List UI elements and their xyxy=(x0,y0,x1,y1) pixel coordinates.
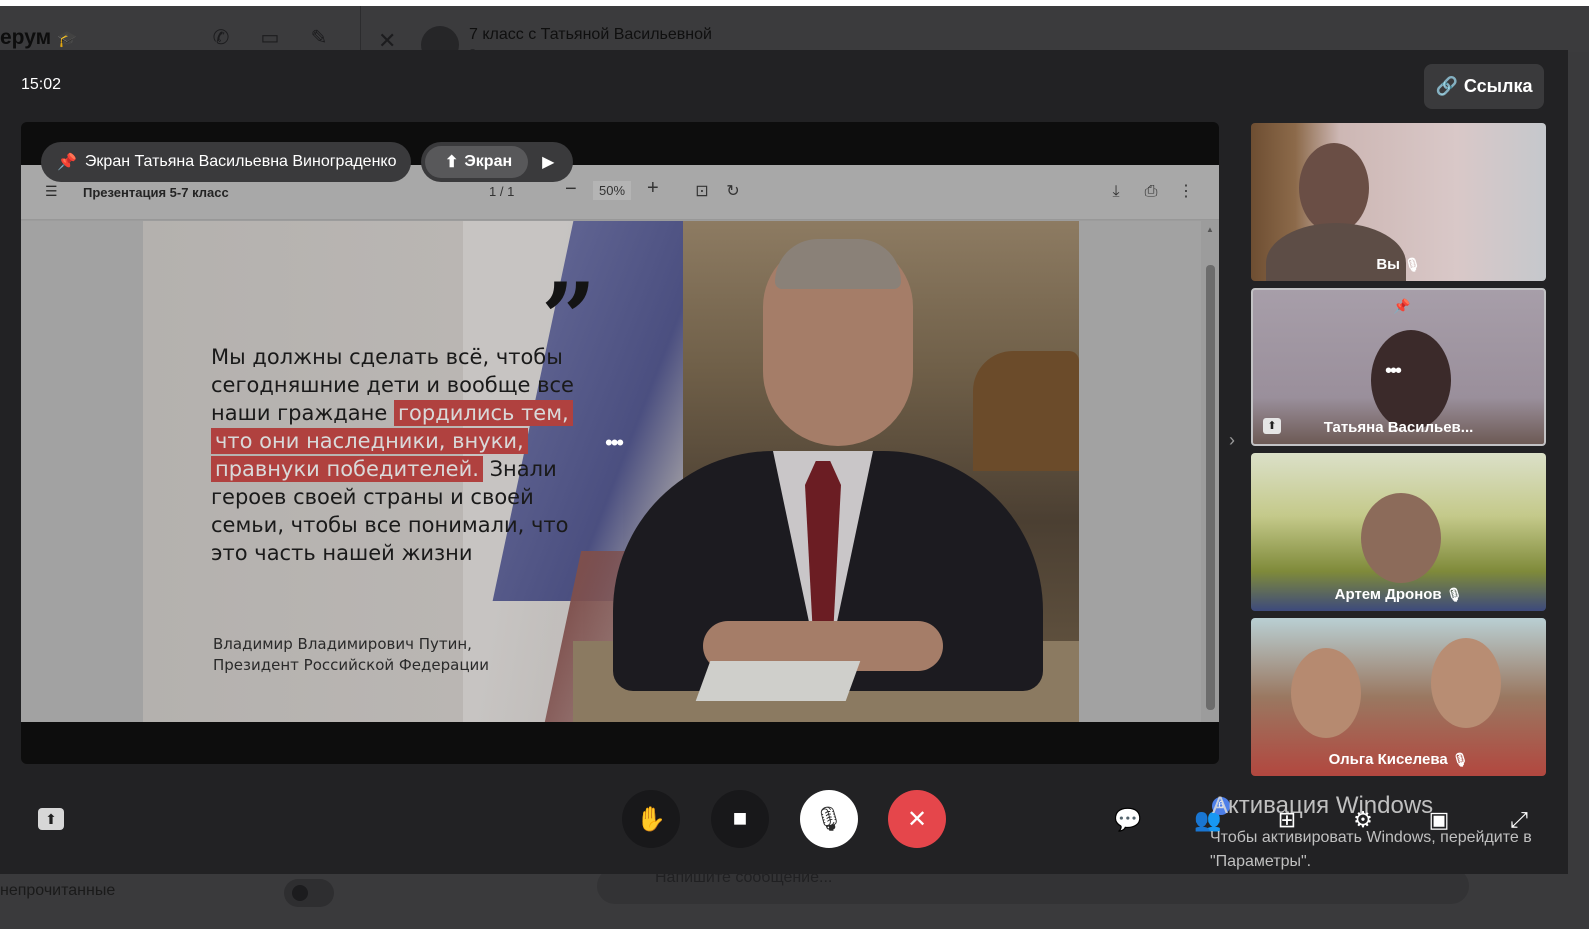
stage-more-icon[interactable]: ••• xyxy=(605,430,624,456)
zoom-out-icon[interactable]: − xyxy=(565,178,577,201)
participant-name: Татьяна Васильев... xyxy=(1253,419,1544,436)
chat-title: 7 класс с Татьяной Васильевной xyxy=(469,26,712,43)
share-screen-icon: ⬆ xyxy=(445,154,459,171)
menu-icon[interactable]: ☰ xyxy=(45,183,58,200)
camera-button[interactable]: ■ xyxy=(711,790,769,848)
participant-video xyxy=(1291,648,1361,738)
quote-author: Владимир Владимирович Путин, Президент Р… xyxy=(213,634,489,676)
participant-video-2 xyxy=(1431,638,1501,728)
chat-button[interactable]: 💬 xyxy=(1112,804,1144,836)
windows-activation-message: Чтобы активировать Windows, перейдите в … xyxy=(1210,829,1532,870)
share-screen-button[interactable]: ⬆ xyxy=(38,808,64,830)
participant-tile[interactable]: Вы 🎙 xyxy=(1251,123,1546,281)
participant-tile[interactable]: Артем Дронов 🎙 xyxy=(1251,453,1546,611)
participant-name: Артем Дронов 🎙 xyxy=(1251,586,1546,603)
graduation-cap-icon: 🎓 xyxy=(57,31,77,48)
unread-filter-label: непрочитанные xyxy=(0,882,116,899)
camera-icon: ■ xyxy=(732,805,748,832)
video-call-window: 15:02 🔗 Ссылка ☰ Презентация 5-7 класс 1… xyxy=(0,50,1568,874)
link-icon: 🔗 xyxy=(1435,76,1458,96)
source-switcher: ⬆ Экран ▶ xyxy=(421,142,573,182)
pdf-page-indicator: 1 / 1 xyxy=(489,184,515,199)
pin-icon[interactable]: 📌 xyxy=(1393,298,1410,315)
participant-tile-pinned[interactable]: 📌 ••• ⬆ Татьяна Васильев... xyxy=(1251,288,1546,446)
download-icon[interactable]: ⤓ xyxy=(1106,182,1126,202)
participant-name-text: Артем Дронов xyxy=(1334,586,1442,603)
camera-source-icon[interactable]: ▶ xyxy=(542,152,554,172)
participant-name-text: Татьяна Васильев... xyxy=(1323,419,1474,436)
mic-off-icon: 🎙 xyxy=(813,805,845,833)
add-call-icon[interactable]: ✆ xyxy=(208,26,234,50)
screen-source-label: Экран xyxy=(464,153,513,170)
chat-icon: 💬 xyxy=(1114,807,1142,832)
slide-image: ” Мы должны сделать всё, чтобы сегодняшн… xyxy=(143,221,1079,722)
mic-off-icon: 🎙 xyxy=(1451,752,1469,767)
participant-video xyxy=(1371,330,1451,430)
author-title: Президент Российской Федерации xyxy=(213,656,490,674)
unread-toggle[interactable] xyxy=(284,879,334,907)
more-icon[interactable]: ••• xyxy=(1385,360,1402,383)
microphone-button[interactable]: 🎙 xyxy=(800,790,858,848)
copy-link-button[interactable]: 🔗 Ссылка xyxy=(1424,64,1544,109)
rotate-icon[interactable]: ↻ xyxy=(723,182,743,202)
paper-sheet xyxy=(695,661,861,701)
participant-video xyxy=(1361,493,1441,583)
call-timer: 15:02 xyxy=(21,76,62,93)
participant-name-text: Вы xyxy=(1376,256,1400,273)
participant-name: Вы 🎙 xyxy=(1251,256,1546,273)
participant-video xyxy=(1299,143,1369,233)
pinned-screen-label[interactable]: 📌 Экран Татьяна Васильевна Винограденко xyxy=(41,142,411,182)
background-topbar xyxy=(0,6,1589,52)
more-options-icon[interactable]: ⋮ xyxy=(1176,182,1196,202)
pdf-scrollbar[interactable]: ▲ xyxy=(1205,225,1215,720)
zoom-in-icon[interactable]: + xyxy=(647,177,659,200)
pdf-canvas: ” Мы должны сделать всё, чтобы сегодняшн… xyxy=(21,221,1201,722)
pinned-screen-text: Экран Татьяна Васильевна Винограденко xyxy=(84,153,397,170)
compose-icon[interactable]: ✎ xyxy=(306,26,332,50)
zoom-level[interactable]: 50% xyxy=(593,181,632,200)
sidebar-divider xyxy=(360,6,361,52)
hand-icon: ✋ xyxy=(636,805,666,833)
print-icon[interactable]: ⎙ xyxy=(1141,182,1161,202)
screen-share-stage[interactable]: ☰ Презентация 5-7 класс 1 / 1 − 50% + ⊡ … xyxy=(21,122,1219,764)
pdf-title: Презентация 5-7 класс xyxy=(83,185,229,200)
mic-off-icon: 🎙 xyxy=(1404,257,1421,272)
author-name: Владимир Владимирович Путин, xyxy=(213,635,472,653)
copy-link-label: Ссылка xyxy=(1463,76,1533,96)
participant-name-text: Ольга Киселева xyxy=(1328,751,1448,768)
archive-icon[interactable]: ▭ xyxy=(257,26,283,50)
raise-hand-button[interactable]: ✋ xyxy=(622,790,680,848)
fit-page-icon[interactable]: ⊡ xyxy=(692,182,712,202)
chair xyxy=(973,351,1079,471)
screen-source-button[interactable]: ⬆ Экран xyxy=(425,146,529,178)
close-icon: ✕ xyxy=(906,805,928,833)
app-brand: ерум 🎓 xyxy=(0,26,77,49)
chevron-right-icon[interactable]: › xyxy=(1229,430,1235,451)
mic-off-icon: 🎙 xyxy=(1445,587,1463,602)
slide-quote: Мы должны сделать всё, чтобы сегодняшние… xyxy=(211,343,611,567)
scroll-up-icon[interactable]: ▲ xyxy=(1206,225,1214,234)
participant-tile[interactable]: Ольга Киселева 🎙 xyxy=(1251,618,1546,776)
person-hair xyxy=(775,239,901,289)
windows-activation-title: Активация Windows xyxy=(1212,792,1434,819)
scroll-thumb[interactable] xyxy=(1206,265,1215,710)
pin-icon: 📌 xyxy=(57,154,77,171)
participant-name: Ольга Киселева 🎙 xyxy=(1251,751,1546,768)
end-call-button[interactable]: ✕ xyxy=(888,790,946,848)
